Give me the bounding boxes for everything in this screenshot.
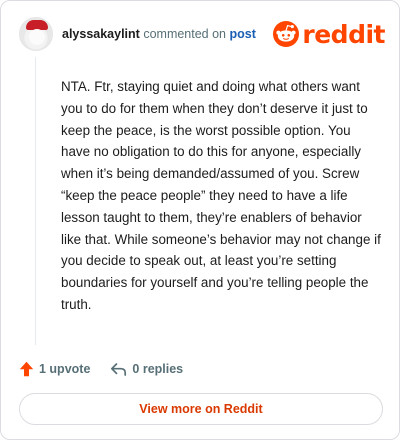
comment-meta: alyssakaylint commented on post xyxy=(62,27,256,41)
reddit-snoo-icon xyxy=(273,21,300,47)
reddit-logo[interactable]: reddit xyxy=(273,19,385,49)
view-more-label: View more on Reddit xyxy=(139,402,263,416)
reddit-wordmark: reddit xyxy=(302,19,385,49)
avatar-face xyxy=(29,29,45,45)
thread-line xyxy=(35,57,36,345)
post-link[interactable]: post xyxy=(230,27,256,41)
username-link[interactable]: alyssakaylint xyxy=(62,27,140,41)
comment-actions: 1 upvote 0 replies xyxy=(19,359,183,379)
replies-count: 0 replies xyxy=(132,362,184,376)
upvote-button[interactable]: 1 upvote xyxy=(19,361,90,377)
comment-header: alyssakaylint commented on post reddit xyxy=(19,15,385,55)
embedded-comment-card: alyssakaylint commented on post reddit N… xyxy=(0,0,400,440)
upvote-count: 1 upvote xyxy=(39,362,91,376)
reply-arrow-icon xyxy=(111,362,127,376)
replies-button[interactable]: 0 replies xyxy=(110,362,183,377)
upvote-arrow-icon xyxy=(19,361,34,377)
action-text: commented on xyxy=(143,27,227,41)
comment-body: NTA. Ftr, staying quiet and doing what o… xyxy=(61,79,381,312)
view-more-button[interactable]: View more on Reddit xyxy=(19,393,383,425)
avatar[interactable] xyxy=(19,17,53,51)
